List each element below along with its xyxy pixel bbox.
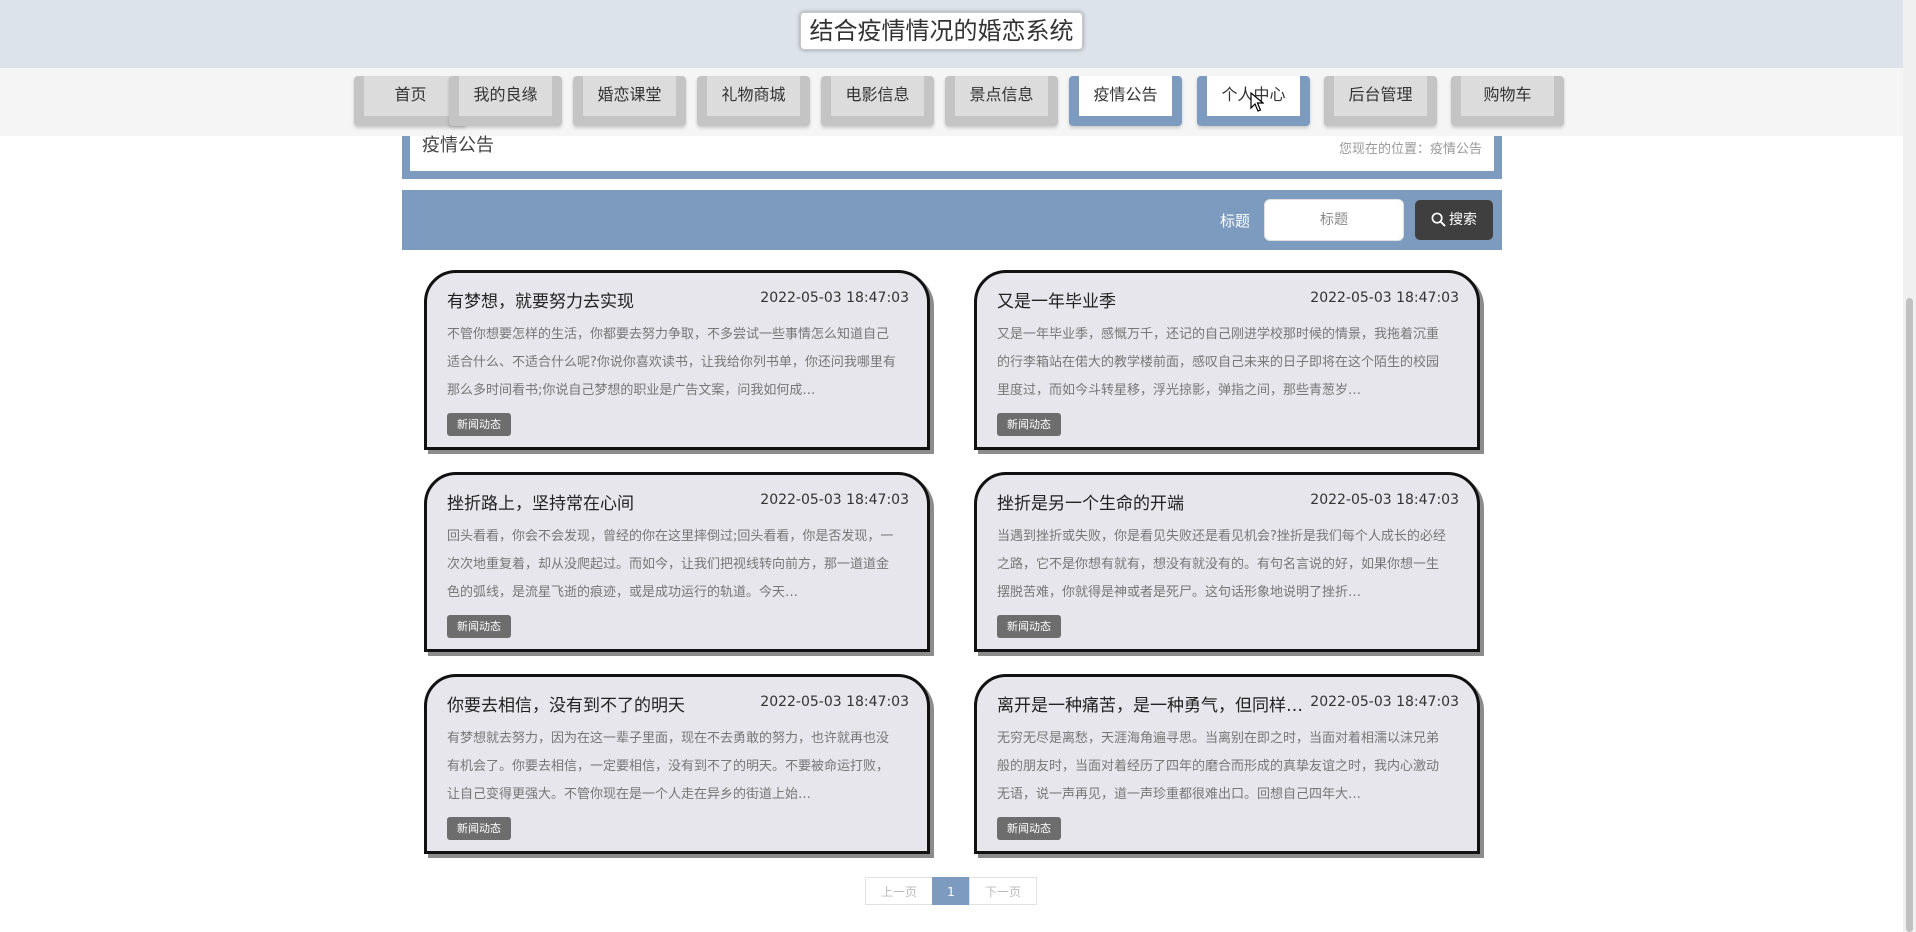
news-tag: 新闻动态 bbox=[447, 413, 511, 436]
news-date: 2022-05-03 18:47:03 bbox=[760, 290, 909, 306]
news-date: 2022-05-03 18:47:03 bbox=[760, 694, 909, 710]
main-nav: 首页 我的良缘 婚恋课堂 礼物商城 电影信息 景点信息 疫情公告 个人中心 后台… bbox=[0, 68, 1903, 136]
breadcrumb: 疫情公告 您现在的位置：疫情公告 bbox=[410, 136, 1494, 171]
news-tag: 新闻动态 bbox=[997, 615, 1061, 638]
news-tag: 新闻动态 bbox=[997, 413, 1061, 436]
news-date: 2022-05-03 18:47:03 bbox=[760, 492, 909, 508]
nav-item-marriage-class[interactable]: 婚恋课堂 bbox=[573, 76, 686, 126]
prev-page-button[interactable]: 上一页 bbox=[865, 877, 933, 905]
nav-item-label: 电影信息 bbox=[831, 76, 924, 116]
news-card[interactable]: 你要去相信，没有到不了的明天 2022-05-03 18:47:03 有梦想就去… bbox=[424, 674, 930, 854]
news-title[interactable]: 离开是一种痛苦，是一种勇气，但同样也是一个考验 bbox=[997, 691, 1317, 716]
nav-item-cart[interactable]: 购物车 bbox=[1451, 76, 1564, 126]
search-button-label: 搜索 bbox=[1449, 212, 1477, 228]
news-title[interactable]: 又是一年毕业季 bbox=[997, 287, 1317, 312]
header: 结合疫情情况的婚恋系统 bbox=[0, 0, 1903, 68]
nav-item-label: 后台管理 bbox=[1334, 76, 1427, 116]
nav-item-label: 我的良缘 bbox=[459, 76, 552, 116]
nav-item-label: 个人中心 bbox=[1207, 76, 1300, 116]
nav-item-label: 疫情公告 bbox=[1079, 76, 1172, 116]
news-summary: 当遇到挫折或失败，你是看见失败还是看见机会?挫折是我们每个人成长的必经之路，它不… bbox=[997, 529, 1446, 600]
news-card[interactable]: 有梦想，就要努力去实现 2022-05-03 18:47:03 不管你想要怎样的… bbox=[424, 270, 930, 450]
nav-item-admin[interactable]: 后台管理 bbox=[1324, 76, 1437, 126]
news-title[interactable]: 挫折路上，坚持常在心间 bbox=[447, 489, 767, 514]
news-summary: 无穷无尽是离愁，天涯海角遍寻思。当离别在即之时，当面对着相濡以沫兄弟般的朋友时，… bbox=[997, 731, 1440, 802]
news-title[interactable]: 有梦想，就要努力去实现 bbox=[447, 287, 767, 312]
nav-item-label: 礼物商城 bbox=[707, 76, 800, 116]
news-date: 2022-05-03 18:47:03 bbox=[1310, 492, 1459, 508]
news-tag: 新闻动态 bbox=[447, 817, 511, 840]
nav-item-personal-center[interactable]: 个人中心 bbox=[1197, 76, 1310, 126]
news-date: 2022-05-03 18:47:03 bbox=[1310, 694, 1459, 710]
page-number-current[interactable]: 1 bbox=[932, 877, 970, 905]
news-summary: 回头看看，你会不会发现，曾经的你在这里摔倒过;回头看看，你是否发现，一次次地重复… bbox=[447, 529, 894, 600]
nav-item-attractions[interactable]: 景点信息 bbox=[945, 76, 1058, 126]
news-summary: 又是一年毕业季，感慨万千，还记的自己刚进学校那时候的情景，我拖着沉重的行李箱站在… bbox=[997, 327, 1440, 398]
nav-item-label: 首页 bbox=[364, 76, 457, 116]
search-bar: 标题 搜索 bbox=[402, 190, 1502, 250]
news-summary: 有梦想就去努力，因为在这一辈子里面，现在不去勇敢的努力，也许就再也没有机会了。你… bbox=[447, 731, 890, 802]
news-card[interactable]: 挫折是另一个生命的开端 2022-05-03 18:47:03 当遇到挫折或失败… bbox=[974, 472, 1480, 652]
search-input[interactable] bbox=[1264, 199, 1404, 241]
page-title: 疫情公告 bbox=[422, 135, 494, 156]
next-page-button[interactable]: 下一页 bbox=[969, 877, 1037, 905]
news-title[interactable]: 挫折是另一个生命的开端 bbox=[997, 489, 1317, 514]
search-button[interactable]: 搜索 bbox=[1415, 200, 1493, 240]
scrollbar-thumb[interactable] bbox=[1906, 298, 1913, 932]
nav-item-epidemic-notice[interactable]: 疫情公告 bbox=[1069, 76, 1182, 126]
news-card[interactable]: 又是一年毕业季 2022-05-03 18:47:03 又是一年毕业季，感慨万千… bbox=[974, 270, 1480, 450]
page-scrollbar[interactable] bbox=[1903, 0, 1916, 932]
search-icon bbox=[1431, 212, 1446, 227]
nav-item-label: 购物车 bbox=[1461, 76, 1554, 116]
search-label: 标题 bbox=[1220, 212, 1251, 230]
site-title: 结合疫情情况的婚恋系统 bbox=[800, 12, 1083, 50]
nav-item-my-match[interactable]: 我的良缘 bbox=[449, 76, 562, 126]
nav-item-movies[interactable]: 电影信息 bbox=[821, 76, 934, 126]
news-tag: 新闻动态 bbox=[447, 615, 511, 638]
news-summary: 不管你想要怎样的生活，你都要去努力争取，不多尝试一些事情怎么知道自己适合什么、不… bbox=[447, 327, 896, 398]
breadcrumb-bar: 疫情公告 您现在的位置：疫情公告 bbox=[402, 136, 1502, 179]
news-tag: 新闻动态 bbox=[997, 817, 1061, 840]
nav-item-gift-mall[interactable]: 礼物商城 bbox=[697, 76, 810, 126]
news-title[interactable]: 你要去相信，没有到不了的明天 bbox=[447, 691, 767, 716]
news-card[interactable]: 挫折路上，坚持常在心间 2022-05-03 18:47:03 回头看看，你会不… bbox=[424, 472, 930, 652]
news-card[interactable]: 离开是一种痛苦，是一种勇气，但同样也是一个考验 2022-05-03 18:47… bbox=[974, 674, 1480, 854]
breadcrumb-location: 您现在的位置：疫情公告 bbox=[1338, 142, 1482, 157]
nav-item-label: 景点信息 bbox=[955, 76, 1048, 116]
nav-item-label: 婚恋课堂 bbox=[583, 76, 676, 116]
news-date: 2022-05-03 18:47:03 bbox=[1310, 290, 1459, 306]
